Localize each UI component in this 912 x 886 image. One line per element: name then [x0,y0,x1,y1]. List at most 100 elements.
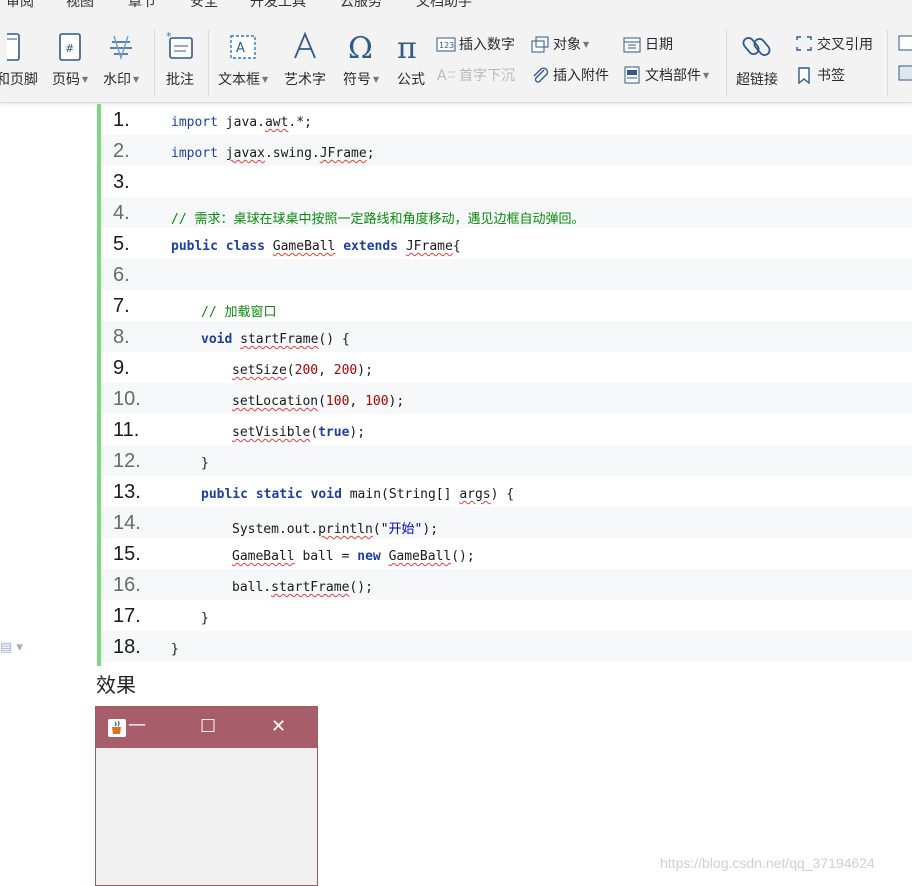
header-footer-icon [7,33,20,61]
code-block: 1. import java.awt.*; 2. import javax.sw… [97,104,912,666]
code-text: System.out.println("开始"); [232,522,439,537]
code-line: 6. [101,259,912,290]
hyperlink-button[interactable]: 超链接 [736,28,778,89]
pi-icon: π [397,31,417,62]
line-number: 13. [113,481,141,503]
drop-cap-icon: A [437,68,455,84]
watermark-button[interactable]: 水印 ▼ [103,28,139,89]
paragraph-format-icon[interactable]: ▤ ▾ [0,640,23,655]
svg-text:π: π [397,31,417,62]
line-number: 16. [113,574,141,596]
object-icon [531,36,549,53]
code-text: setLocation(100, 100); [232,394,405,409]
line-number: 14. [113,512,141,534]
menu-view[interactable]: 视图 [66,0,94,11]
code-line: 15. GameBall ball = new GameBall(); [101,538,912,569]
code-comment: // 加载窗口 [201,305,277,320]
line-number: 15. [113,543,141,565]
page-number-button[interactable]: # 页码 ▼ [52,28,88,89]
line-number: 8. [113,326,130,348]
line-number: 4. [113,202,130,224]
code-line: 11. setVisible(true); [101,414,912,445]
header-footer-button[interactable]: 和页脚 [0,28,38,89]
line-number: 9. [113,357,130,379]
code-text: } [201,611,209,626]
code-line: 7. // 加载窗口 [101,290,912,321]
code-line: 10. setLocation(100, 100); [101,383,912,414]
textbox-button[interactable]: A 文本框 ▼ [218,28,268,89]
code-line: 16. ball.startFrame(); [101,569,912,600]
code-comment: // 需求：桌球在球桌中按照一定路线和角度移动，遇见边框自动弹回。 [171,212,585,227]
menu-doc-assistant[interactable]: 文档助手 [416,0,472,11]
separator [887,30,888,96]
chevron-down-icon: ▼ [82,75,89,84]
code-text: setSize(200, 200); [232,363,373,378]
code-text: import java.awt.*; [171,115,312,130]
paperclip-icon [533,67,549,83]
code-line: 2. import javax.swing.JFrame; [101,135,912,166]
svg-text:123: 123 [439,41,454,50]
chevron-down-icon: ▼ [583,40,590,49]
cross-reference-button[interactable]: 交叉引用 [794,34,873,56]
insert-number-button[interactable]: 123 插入数字 [436,34,515,56]
line-number: 10. [113,388,141,410]
insert-attachment-button[interactable]: 插入附件 [530,65,609,87]
separator [154,30,155,96]
code-line: 1. import java.awt.*; [101,104,912,135]
line-number: 6. [113,264,130,286]
bookmark-icon [798,67,810,85]
menu-chapter[interactable]: 章节 [128,0,156,11]
link-icon [742,37,771,56]
code-line: 12. } [101,445,912,476]
object-button[interactable]: 对象 ▼ [530,34,589,56]
number-icon: 123 [436,37,456,52]
menu-review[interactable]: 审阅 [6,0,34,11]
wordart-button[interactable]: 艺术字 [284,28,326,89]
bookmark-button[interactable]: 书签 [794,65,845,87]
more-tools-button[interactable] [896,34,912,90]
line-number: 3. [113,171,130,193]
menu-cloud[interactable]: 云服务 [340,0,382,11]
code-line: 18. } [101,631,912,662]
code-line: 17. } [101,600,912,631]
close-button[interactable]: ✕ [271,716,286,737]
code-line: 3. [101,166,912,197]
chevron-down-icon: ▼ [133,75,140,84]
java-window-preview: — ☐ ✕ [95,706,318,886]
symbol-button[interactable]: Ω 符号 ▼ [343,28,379,89]
line-number: 12. [113,450,141,472]
drop-cap-button[interactable]: A 首字下沉 [436,65,515,87]
more-tools-icon [898,35,912,81]
line-number: 11. [113,419,140,441]
doc-parts-button[interactable]: 文档部件 ▼ [622,65,709,87]
code-text: ball.startFrame(); [232,580,373,595]
svg-text:A: A [437,68,447,84]
code-line: 14. System.out.println("开始"); [101,507,912,538]
code-text: public class GameBall extends JFrame{ [171,239,461,254]
minimize-button[interactable]: — [128,714,146,735]
code-line: 9. setSize(200, 200); [101,352,912,383]
java-cup-icon [108,719,126,737]
svg-text:A: A [236,41,245,56]
separator [208,30,209,96]
comment-icon: * [166,30,193,59]
omega-icon: Ω [348,31,373,62]
doc-parts-icon [624,66,640,84]
line-number: 7. [113,295,130,317]
svg-text:*: * [166,30,172,43]
code-text: import javax.swing.JFrame; [171,146,375,161]
menu-developer[interactable]: 开发工具 [250,0,306,11]
line-number: 2. [113,140,130,162]
menu-security[interactable]: 安全 [190,0,218,11]
calendar-icon [623,37,641,53]
code-line: 8. void startFrame() { [101,321,912,352]
date-button[interactable]: 日期 [622,34,673,56]
line-number: 1. [113,109,130,131]
maximize-button[interactable]: ☐ [200,716,216,737]
svg-text:Ω: Ω [348,31,373,62]
formula-button[interactable]: π 公式 [394,28,428,89]
comment-button[interactable]: * 批注 [164,28,196,89]
watermark-text: https://blog.csdn.net/qq_37194624 [660,855,875,871]
code-text: } [171,642,179,657]
code-text: setVisible(true); [232,425,366,440]
